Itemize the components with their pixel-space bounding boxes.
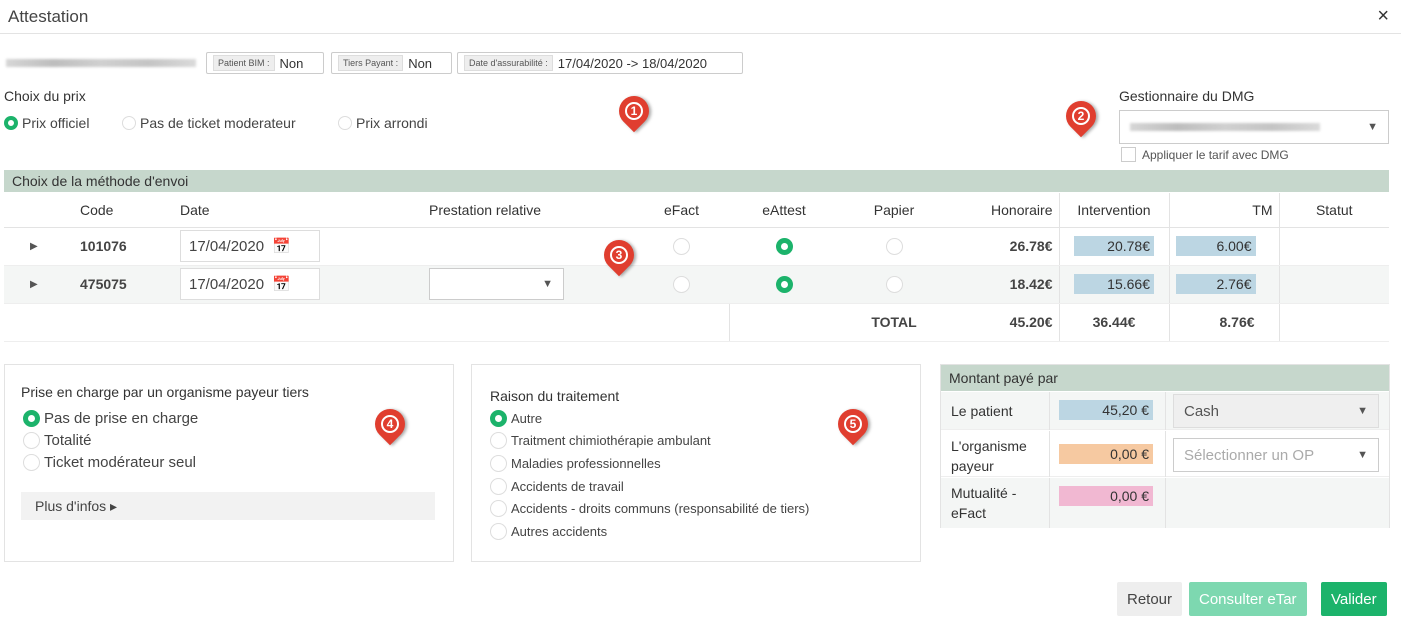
tag-patient-bim: Patient BIM : Non xyxy=(206,52,324,74)
marker-1-icon: 1 xyxy=(612,89,656,133)
montant-panel: Montant payé par Le patient 45,20 € Cash… xyxy=(940,364,1390,528)
envoi-table: Code Date Prestation relative eFact eAtt… xyxy=(4,193,1389,342)
col-statut: Statut xyxy=(1278,193,1389,228)
op-select[interactable]: Sélectionner un OP ▼ xyxy=(1173,438,1379,472)
col-prestation: Prestation relative xyxy=(409,193,634,228)
prix-option-officiel[interactable]: Prix officiel xyxy=(4,115,89,131)
radio-icon[interactable] xyxy=(490,410,507,427)
col-efact: eFact xyxy=(634,193,729,228)
chevron-down-icon: ▼ xyxy=(1367,121,1378,133)
radio-eattest[interactable] xyxy=(775,275,793,293)
radio-icon[interactable] xyxy=(490,455,507,472)
tiers-panel: Prise en charge par un organisme payeur … xyxy=(4,364,454,562)
raison-title: Raison du traitement xyxy=(490,388,620,404)
close-icon[interactable]: × xyxy=(1377,5,1389,28)
dmg-value-redacted xyxy=(1130,123,1320,131)
tiers-option-ticket[interactable]: Ticket modérateur seul xyxy=(23,454,196,471)
raison-option[interactable]: Traitment chimiothérapie ambulant xyxy=(490,432,711,449)
montant-title: Montant payé par xyxy=(941,365,1389,391)
dmg-checkbox[interactable]: Appliquer le tarif avec DMG xyxy=(1121,147,1289,162)
table-header: Code Date Prestation relative eFact eAtt… xyxy=(4,193,1389,228)
dmg-select[interactable]: ▼ xyxy=(1119,110,1389,144)
radio-icon[interactable] xyxy=(4,116,18,130)
chevron-down-icon: ▼ xyxy=(542,278,553,290)
envoi-section-title: Choix de la méthode d'envoi xyxy=(4,170,1389,192)
tag-tiers-payant: Tiers Payant : Non xyxy=(331,52,452,74)
raison-option[interactable]: Autre xyxy=(490,410,542,427)
radio-icon[interactable] xyxy=(338,116,352,130)
prix-option-arrondi[interactable]: Prix arrondi xyxy=(338,115,428,131)
plus-infos-toggle[interactable]: Plus d'infos ▸ xyxy=(21,492,435,520)
col-code: Code xyxy=(64,193,174,228)
radio-icon[interactable] xyxy=(490,432,507,449)
date-input[interactable]: 17/04/2020 📅 xyxy=(180,268,320,300)
retour-button[interactable]: Retour xyxy=(1117,582,1183,616)
marker-2-icon: 2 xyxy=(1059,94,1103,138)
date-input[interactable]: 17/04/2020 📅 xyxy=(180,230,320,262)
tag-date-assurabilite: Date d'assurabilité :17/04/2020 -> 18/04… xyxy=(457,52,743,74)
col-tm: TM xyxy=(1168,193,1279,228)
valider-button[interactable]: Valider xyxy=(1321,582,1387,616)
table-row: ▶ 475075 17/04/2020 📅 ▼ 18.42€ 15.66€ 2.7… xyxy=(4,265,1389,304)
raison-panel: Raison du traitement Autre Traitment chi… xyxy=(471,364,921,562)
raison-option[interactable]: Autres accidents xyxy=(490,523,607,540)
checkbox-icon[interactable] xyxy=(1121,147,1136,162)
col-honoraire: Honoraire xyxy=(949,193,1059,228)
raison-option[interactable]: Accidents de travail xyxy=(490,478,624,495)
radio-icon[interactable] xyxy=(122,116,136,130)
table-total-row: TOTAL 45.20€ 36.44€ 8.76€ xyxy=(4,303,1389,342)
chevron-down-icon: ▼ xyxy=(1357,449,1368,461)
table-row: ▶ 101076 17/04/2020 📅 26.78€ 20.78€ 6.00€ xyxy=(4,227,1389,266)
radio-papier[interactable] xyxy=(885,237,903,255)
col-date: Date xyxy=(174,193,409,228)
prix-title: Choix du prix xyxy=(4,88,86,104)
raison-option[interactable]: Accidents - droits communs (responsabili… xyxy=(490,500,809,517)
tiers-title: Prise en charge par un organisme payeur … xyxy=(21,384,309,400)
col-eattest: eAttest xyxy=(729,193,839,228)
radio-eattest[interactable] xyxy=(775,237,793,255)
col-intervention: Intervention xyxy=(1058,193,1169,228)
radio-icon[interactable] xyxy=(490,478,507,495)
radio-icon[interactable] xyxy=(23,410,40,427)
calendar-icon[interactable]: 📅 xyxy=(272,237,291,255)
radio-icon[interactable] xyxy=(490,523,507,540)
radio-icon[interactable] xyxy=(23,454,40,471)
montant-row: Le patient 45,20 € Cash ▼ xyxy=(941,392,1389,430)
raison-option[interactable]: Maladies professionnelles xyxy=(490,455,661,472)
radio-icon[interactable] xyxy=(23,432,40,449)
payment-method-select[interactable]: Cash ▼ xyxy=(1173,394,1379,428)
modal-title: Attestation xyxy=(8,7,89,26)
prestation-select[interactable]: ▼ xyxy=(429,268,564,300)
modal-header: Attestation × xyxy=(0,0,1401,34)
calendar-icon[interactable]: 📅 xyxy=(272,275,291,293)
montant-row: L'organisme payeur 0,00 € Sélectionner u… xyxy=(941,431,1389,477)
tiers-option-pas[interactable]: Pas de prise en charge xyxy=(23,410,198,427)
patient-name-redacted xyxy=(6,59,196,67)
chevron-down-icon: ▼ xyxy=(1357,405,1368,417)
tiers-option-totalite[interactable]: Totalité xyxy=(23,432,92,449)
expand-icon[interactable]: ▶ xyxy=(4,265,64,304)
prix-option-pas-ticket[interactable]: Pas de ticket moderateur xyxy=(122,115,296,131)
radio-icon[interactable] xyxy=(490,500,507,517)
montant-row: Mutualité - eFact 0,00 € xyxy=(941,478,1389,528)
dmg-title: Gestionnaire du DMG xyxy=(1119,88,1255,104)
consulter-etar-button[interactable]: Consulter eTar xyxy=(1189,582,1307,616)
expand-icon[interactable]: ▶ xyxy=(4,227,64,266)
radio-papier[interactable] xyxy=(885,275,903,293)
radio-efact[interactable] xyxy=(673,275,690,293)
radio-efact[interactable] xyxy=(673,237,690,255)
col-papier: Papier xyxy=(839,193,949,228)
